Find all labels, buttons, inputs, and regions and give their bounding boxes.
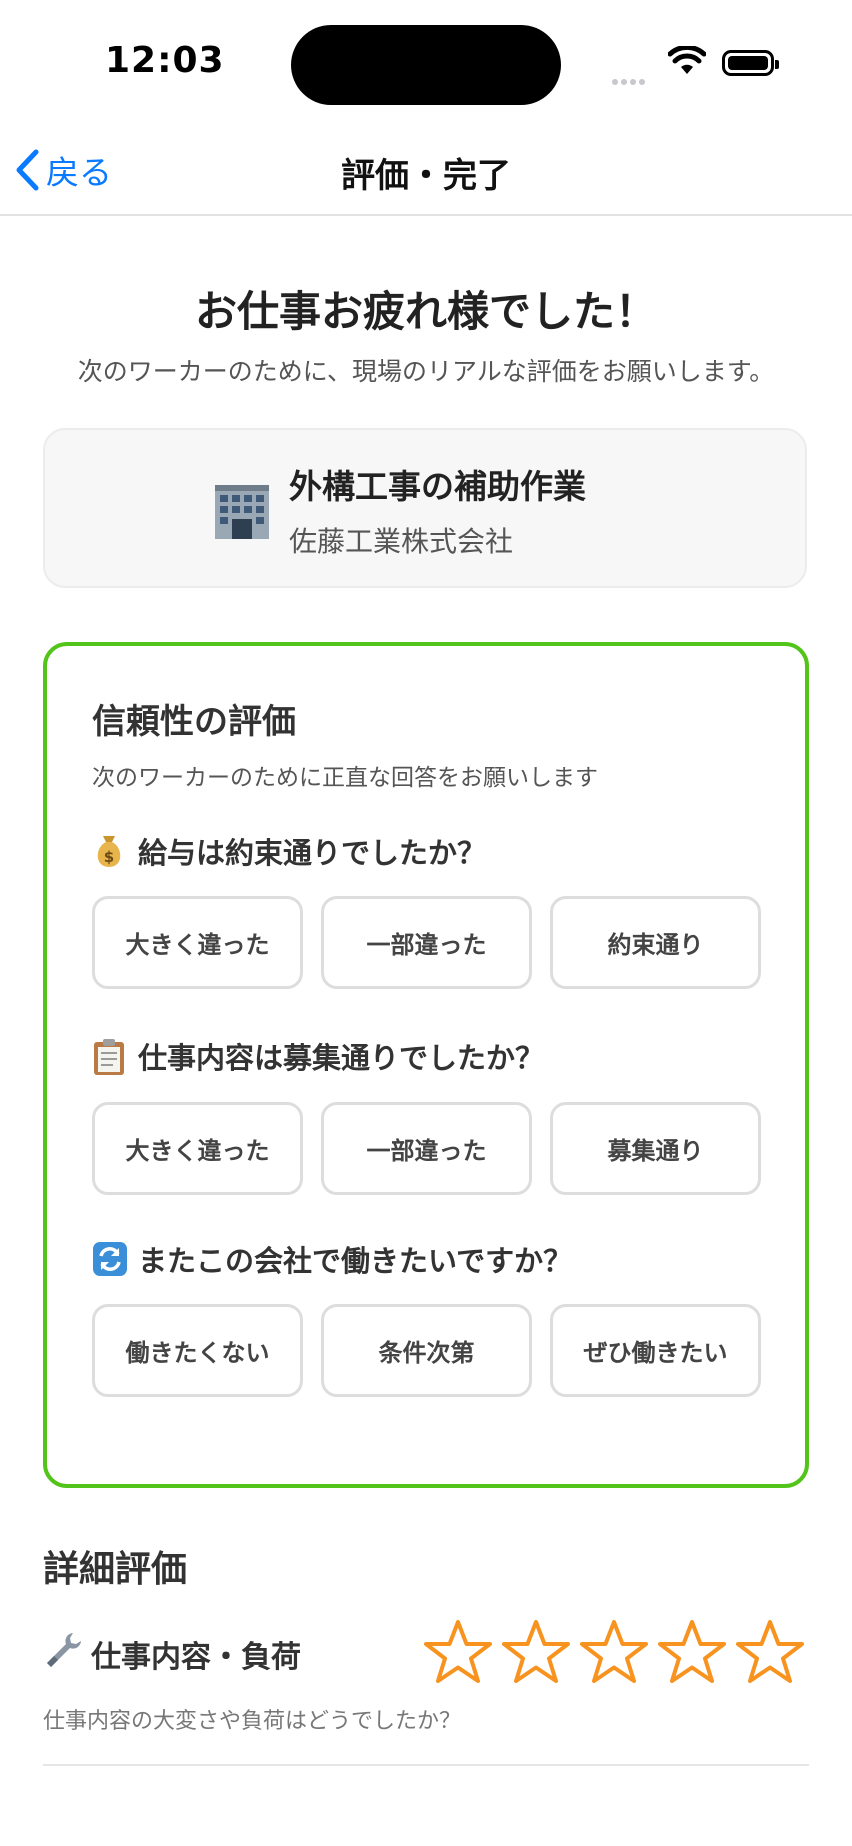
repeat-icon: [92, 1241, 127, 1277]
building-icon: [211, 479, 273, 541]
star-icon[interactable]: [501, 1618, 571, 1688]
option-definitely[interactable]: ぜひ働きたい: [550, 1304, 761, 1397]
reliability-card: 信頼性の評価 次のワーカーのために正直な回答をお願いします $ 給与は約束通りで…: [43, 642, 809, 1488]
nav-title: 評価・完了: [341, 156, 511, 196]
options-job-content: 大きく違った 一部違った 募集通り: [92, 1102, 761, 1195]
status-bar: 12:03: [0, 0, 852, 120]
page-title: お仕事お疲れ様でした！: [194, 287, 657, 336]
detail-label: 仕事内容・負荷: [43, 1630, 301, 1678]
question-text: 仕事内容は募集通りでしたか？: [138, 1041, 545, 1075]
clipboard-icon: [92, 1038, 126, 1075]
money-bag-icon: $: [92, 833, 126, 869]
option-salary-as-promised[interactable]: 約束通り: [550, 896, 761, 989]
page-subtitle: 次のワーカーのために、現場のリアルな評価をお願いします。: [77, 357, 775, 386]
job-title: 外構工事の補助作業: [289, 467, 586, 506]
question-work-again: またこの会社で働きたいですか？: [92, 1238, 572, 1280]
option-depends[interactable]: 条件次第: [321, 1304, 532, 1397]
job-card: 外構工事の補助作業 佐藤工業株式会社: [43, 428, 807, 588]
detail-label-text: 仕事内容・負荷: [91, 1640, 301, 1675]
dynamic-island: [291, 25, 561, 105]
options-work-again: 働きたくない 条件次第 ぜひ働きたい: [92, 1304, 761, 1397]
status-time: 12:03: [105, 40, 225, 81]
wrench-icon: [43, 1630, 83, 1678]
navigation-bar: 戻る 評価・完了: [0, 120, 852, 216]
wifi-icon: [667, 44, 707, 80]
star-icon[interactable]: [423, 1618, 493, 1688]
star-icon[interactable]: [657, 1618, 727, 1688]
svg-text:$: $: [104, 848, 114, 866]
question-salary: $ 給与は約束通りでしたか？: [92, 830, 486, 872]
detail-row-workload: 仕事内容・負荷: [43, 1618, 809, 1698]
option-not-want[interactable]: 働きたくない: [92, 1304, 303, 1397]
option-content-very-different[interactable]: 大きく違った: [92, 1102, 303, 1195]
star-icon[interactable]: [735, 1618, 805, 1688]
reliability-subtitle: 次のワーカーのために正直な回答をお願いします: [92, 765, 598, 791]
options-salary: 大きく違った 一部違った 約束通り: [92, 896, 761, 989]
details-title: 詳細評価: [43, 1549, 188, 1590]
divider: [43, 1764, 809, 1766]
cellular-signal-icon: [612, 70, 648, 89]
option-salary-very-different[interactable]: 大きく違った: [92, 896, 303, 989]
detail-description: 仕事内容の大変さや負荷はどうでしたか？: [43, 1709, 462, 1734]
reliability-title: 信頼性の評価: [92, 702, 296, 742]
option-salary-partly-different[interactable]: 一部違った: [321, 896, 532, 989]
question-text: 給与は約束通りでしたか？: [138, 836, 487, 870]
star-icon[interactable]: [579, 1618, 649, 1688]
option-content-as-posted[interactable]: 募集通り: [550, 1102, 761, 1195]
question-job-content: 仕事内容は募集通りでしたか？: [92, 1035, 544, 1077]
option-content-partly-different[interactable]: 一部違った: [321, 1102, 532, 1195]
battery-icon: [722, 50, 779, 76]
question-text: またこの会社で働きたいですか？: [138, 1244, 573, 1278]
job-company: 佐藤工業株式会社: [289, 525, 514, 558]
star-rating: [423, 1618, 805, 1688]
